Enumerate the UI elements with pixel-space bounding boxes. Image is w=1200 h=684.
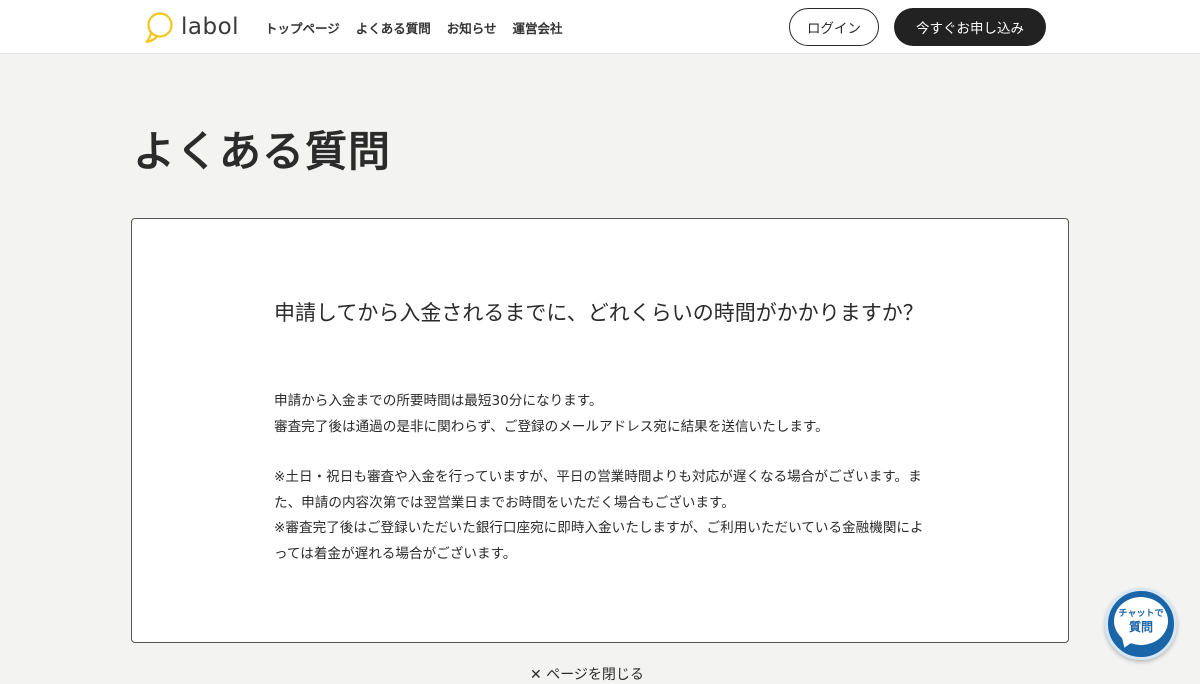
nav-item-company[interactable]: 運営会社 bbox=[513, 18, 563, 37]
answer-line: 審査完了後は通過の是非に関わらず、ご登録のメールアドレス宛に結果を送信いたします… bbox=[274, 418, 829, 435]
nav-item-faq[interactable]: よくある質問 bbox=[356, 18, 431, 37]
main-nav: トップページ よくある質問 お知らせ 運営会社 bbox=[265, 18, 563, 37]
chat-label-line1: チャットで bbox=[1118, 608, 1164, 619]
chat-bubble-icon: チャットで 質問 bbox=[1114, 597, 1168, 645]
login-button[interactable]: ログイン bbox=[789, 8, 879, 46]
apply-button[interactable]: 今すぐお申し込み bbox=[894, 8, 1046, 46]
page-title: よくある質問 bbox=[133, 127, 392, 176]
nav-item-top[interactable]: トップページ bbox=[265, 18, 340, 37]
nav-item-news[interactable]: お知らせ bbox=[447, 18, 497, 37]
logo-text: labol bbox=[181, 14, 240, 40]
logo[interactable]: labol bbox=[145, 10, 239, 44]
close-page-link[interactable]: ✕ ページを閉じる bbox=[530, 664, 644, 684]
faq-card: 申請してから入金されるまでに、どれくらいの時間がかかりますか？ 申請から入金まで… bbox=[131, 218, 1069, 643]
answer-line: ※審査完了後はご登録いただいた銀行口座宛に即時入金いたしますが、ご利用いただいて… bbox=[274, 520, 924, 562]
speech-bubble-icon bbox=[145, 12, 173, 43]
faq-question: 申請してから入金されるまでに、どれくらいの時間がかかりますか？ bbox=[274, 301, 924, 325]
answer-spacer bbox=[274, 440, 924, 465]
chat-label-line2: 質問 bbox=[1128, 619, 1153, 634]
faq-answer: 申請から入金までの所要時間は最短30分になります。 審査完了後は通過の是非に関わ… bbox=[274, 389, 924, 567]
answer-line: 申請から入金までの所要時間は最短30分になります。 bbox=[274, 393, 603, 409]
chat-button[interactable]: チャットで 質問 bbox=[1105, 588, 1177, 660]
site-header: labol トップページ よくある質問 お知らせ 運営会社 ログイン 今すぐお申… bbox=[0, 0, 1200, 54]
answer-line: ※土日・祝日も審査や入金を行っていますが、平日の営業時間よりも対応が遅くなる場合… bbox=[274, 469, 922, 511]
